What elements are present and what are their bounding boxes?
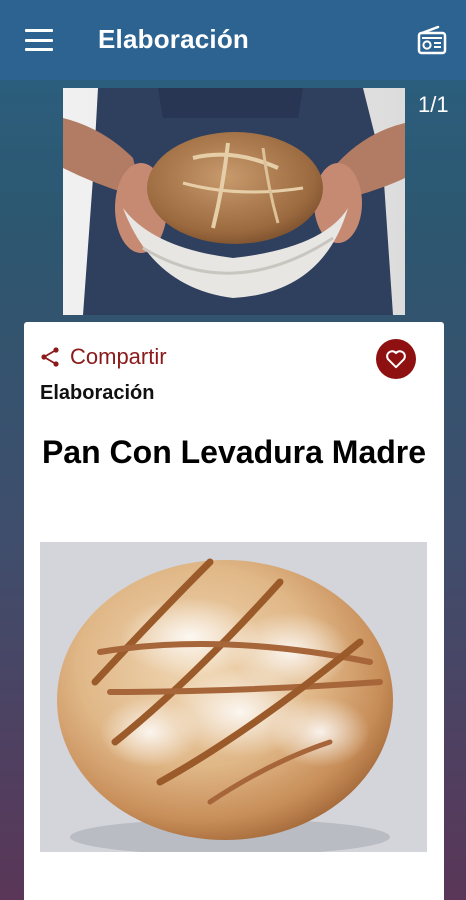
carousel-image[interactable] [63,88,405,315]
image-counter: 1/1 [418,92,449,117]
recipe-title: Pan Con Levadura Madre [41,434,427,470]
favorite-button[interactable] [376,339,416,379]
page-title: Elaboración [98,24,250,54]
recipe-card: Compartir Elaboración Pan Con Levadura M… [24,322,444,900]
hamburger-menu-icon [25,29,53,32]
share-icon [41,347,59,367]
app-bar: Elaboración [0,0,466,80]
recipe-image[interactable] [40,542,427,852]
radio-button[interactable] [416,24,448,56]
share-button[interactable]: Compartir [40,344,167,370]
heart-icon [386,350,406,369]
sourdough-bread-image [40,542,427,852]
share-label: Compartir [70,344,167,369]
radio-icon [417,25,447,55]
hands-holding-bread-image [63,88,405,315]
category-label: Elaboración [40,382,155,404]
menu-button[interactable] [22,26,56,54]
